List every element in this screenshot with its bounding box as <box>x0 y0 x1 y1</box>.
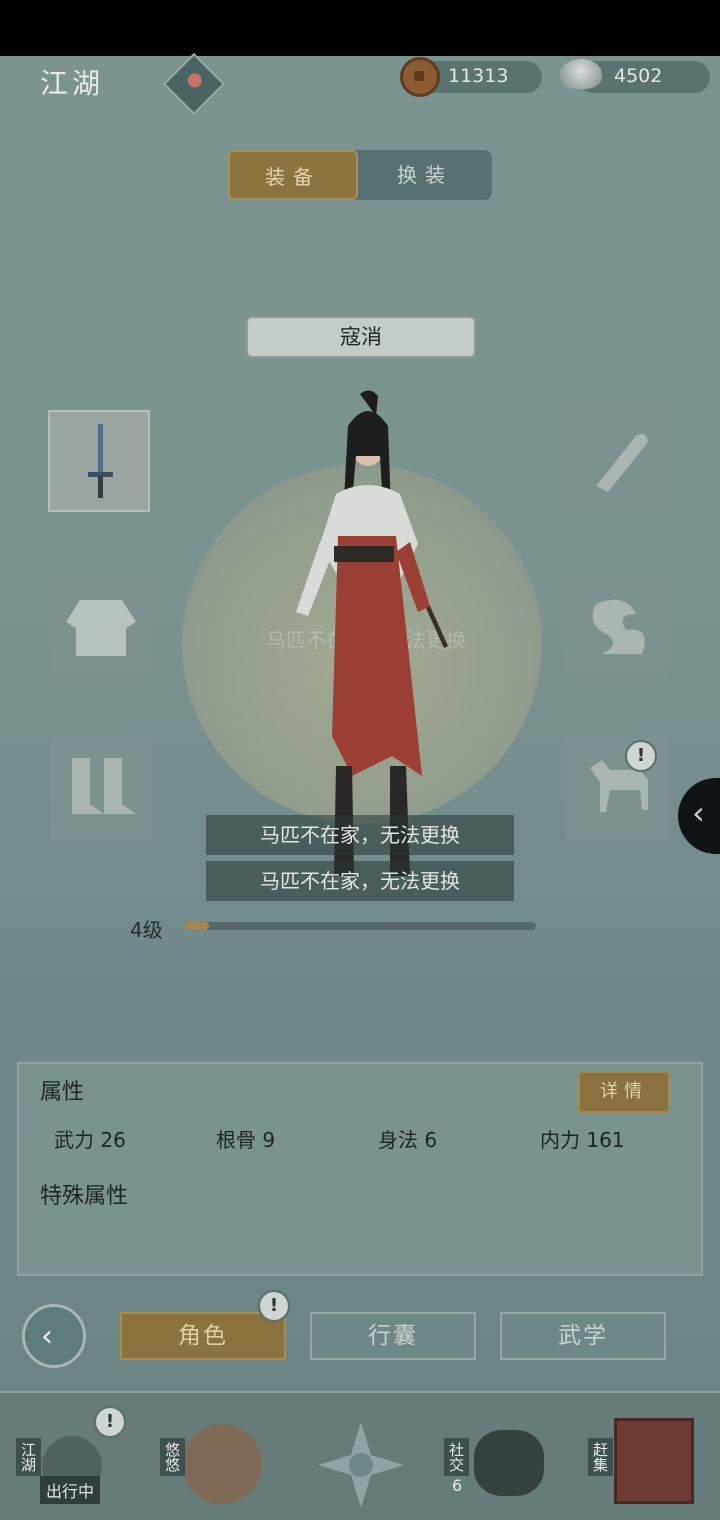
stat-value: 161 <box>586 1128 625 1152</box>
sword-icon <box>88 424 113 498</box>
nav-shejiao[interactable]: 社交 6 <box>444 1420 564 1510</box>
cloud-icon <box>592 599 645 654</box>
role-alert-icon: ! <box>258 1290 290 1322</box>
social-badge-count: 6 <box>452 1476 463 1495</box>
bag-button[interactable]: 行囊 <box>310 1312 476 1360</box>
boots-icon <box>72 758 136 814</box>
status-bar <box>0 0 720 56</box>
nav-jianghu[interactable]: 江湖 出行中 ! <box>16 1402 136 1512</box>
stat-label: 根骨 <box>216 1128 256 1152</box>
level-label: 4级 <box>130 918 163 942</box>
silver-ingot-icon <box>560 59 602 89</box>
stat-label: 武力 <box>54 1128 94 1152</box>
nav-shejiao-label: 社交 <box>444 1438 469 1476</box>
boots-slot[interactable] <box>50 738 152 840</box>
accessory-slot[interactable] <box>566 410 668 512</box>
stat-value: 26 <box>100 1128 126 1152</box>
stat-value: 9 <box>262 1128 276 1152</box>
social-icon <box>474 1430 544 1496</box>
stat-internal-power: 内力 161 <box>540 1124 625 1153</box>
tab-bar: 装备 换装 <box>228 150 492 200</box>
nav-youyou-label: 悠悠 <box>160 1438 185 1476</box>
stat-label: 内力 <box>540 1128 580 1152</box>
special-attribute-heading: 特殊属性 <box>40 1184 129 1209</box>
level-progress-track <box>184 922 536 930</box>
nav-ganji-label: 赶集 <box>588 1438 613 1476</box>
details-button[interactable]: 详情 <box>578 1071 670 1113</box>
nav-jianghu-status: 出行中 <box>40 1476 101 1504</box>
page-title: 江湖 <box>40 67 105 100</box>
stat-strength: 武力 26 <box>54 1124 126 1153</box>
center-compass-icon[interactable] <box>316 1420 406 1510</box>
jianghu-alert-icon: ! <box>94 1406 126 1438</box>
copper-coin-icon <box>400 57 440 97</box>
back-arrow-icon: ‹ <box>41 1319 53 1354</box>
toast-message: 马匹不在家，无法更换 <box>206 861 514 901</box>
robe-icon <box>66 600 136 656</box>
market-basket-icon <box>614 1418 694 1504</box>
talisman-slot[interactable] <box>566 574 668 676</box>
chevron-left-icon: ‹ <box>692 794 705 832</box>
scroll-icon <box>596 434 648 492</box>
toast-message: 马匹不在家，无法更换 <box>206 815 514 855</box>
copper-amount: 11313 <box>448 65 509 87</box>
silver-amount: 4502 <box>614 65 663 87</box>
level-progress-fill <box>184 922 209 930</box>
tab-outfit[interactable]: 换装 <box>360 150 490 200</box>
tab-equipment[interactable]: 装备 <box>228 150 358 200</box>
nav-jianghu-label: 江湖 <box>16 1438 41 1476</box>
crane-icon <box>182 1424 262 1504</box>
stat-value: 6 <box>424 1128 438 1152</box>
attribute-heading: 属性 <box>40 1080 85 1105</box>
back-button[interactable]: ‹ <box>22 1304 86 1368</box>
armor-slot[interactable] <box>50 574 152 676</box>
character-name: 寇消 <box>246 316 476 358</box>
stat-label: 身法 <box>378 1128 418 1152</box>
weapon-slot[interactable] <box>48 410 150 512</box>
mount-alert-icon: ! <box>625 740 657 772</box>
nav-youyou[interactable]: 悠悠 <box>160 1420 270 1510</box>
stat-constitution: 根骨 9 <box>216 1124 275 1153</box>
stat-agility: 身法 6 <box>378 1124 437 1153</box>
role-button[interactable]: 角色 <box>120 1312 286 1360</box>
martial-arts-button[interactable]: 武学 <box>500 1312 666 1360</box>
nav-ganji[interactable]: 赶集 <box>588 1414 708 1510</box>
